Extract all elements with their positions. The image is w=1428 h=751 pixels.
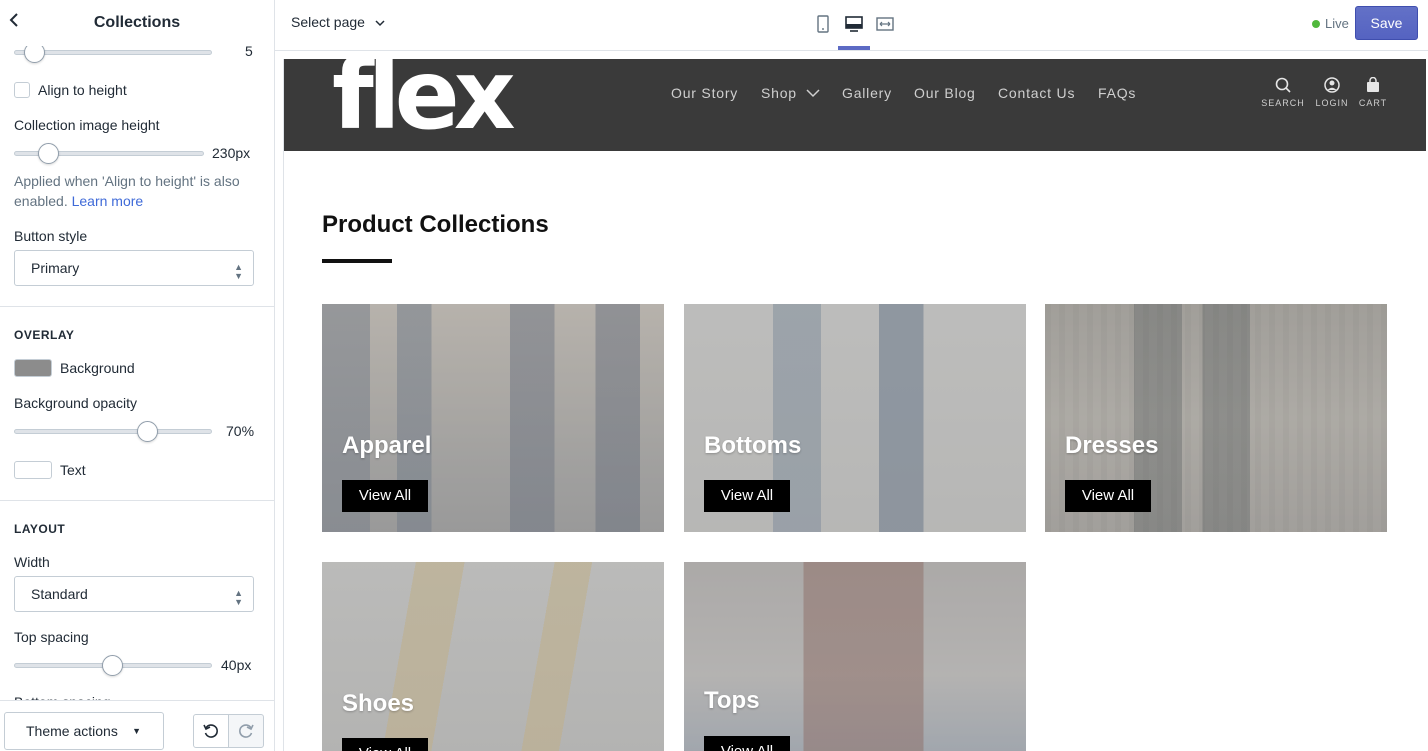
slider-thumb[interactable] xyxy=(102,655,123,676)
slider-thumb[interactable] xyxy=(137,421,158,442)
slider-thumb[interactable] xyxy=(38,143,59,164)
undo-icon xyxy=(203,724,218,738)
divider xyxy=(0,500,274,501)
section-title: Product Collections xyxy=(322,211,549,238)
collection-tile-tops[interactable]: Tops View All xyxy=(684,562,1026,751)
view-all-button[interactable]: View All xyxy=(704,480,790,512)
search-icon xyxy=(1275,77,1291,93)
sidebar-footer: Theme actions ▼ xyxy=(0,700,274,751)
store-preview: flex Our Story Shop Gallery Our Blog Con… xyxy=(283,59,1426,751)
theme-actions-button[interactable]: Theme actions ▼ xyxy=(4,712,164,750)
nav-faqs[interactable]: FAQs xyxy=(1098,85,1136,101)
top-spacing-slider[interactable] xyxy=(14,655,212,676)
desktop-view-icon[interactable] xyxy=(844,14,864,34)
collection-tile-bottoms[interactable]: Bottoms View All xyxy=(684,304,1026,532)
nav-shop[interactable]: Shop xyxy=(761,85,820,101)
top-spacing-value: 40px xyxy=(221,657,252,673)
learn-more-link[interactable]: Learn more xyxy=(72,193,144,209)
select-page-dropdown[interactable]: Select page xyxy=(291,14,385,30)
collection-name: Shoes xyxy=(342,690,415,717)
collection-name: Dresses xyxy=(1065,432,1159,459)
text-label: Text xyxy=(60,462,86,478)
nav-our-story[interactable]: Our Story xyxy=(671,85,738,101)
help-text: Applied when 'Align to height' is also e… xyxy=(14,173,240,209)
align-to-height-label: Align to height xyxy=(38,82,127,98)
live-status: Live xyxy=(1312,16,1349,31)
user-icon xyxy=(1324,77,1340,93)
shopping-bag-icon xyxy=(1367,76,1379,92)
chevron-down-icon xyxy=(806,89,820,98)
image-height-label: Collection image height xyxy=(14,117,160,133)
image-height-value: 230px xyxy=(212,145,251,161)
nav-contact-us[interactable]: Contact Us xyxy=(998,85,1075,101)
text-color-swatch[interactable] xyxy=(14,461,52,479)
collection-tile-shoes[interactable]: Shoes View All xyxy=(322,562,664,751)
cart-nav[interactable]: CART xyxy=(1348,76,1398,108)
layout-heading: LAYOUT xyxy=(14,522,66,536)
width-select[interactable]: Standard ▲ ▼ xyxy=(14,576,254,612)
button-style-select[interactable]: Primary ▲ ▼ xyxy=(14,250,254,286)
collection-name: Apparel xyxy=(342,432,432,459)
nav-gallery[interactable]: Gallery xyxy=(842,85,892,101)
collection-name: Bottoms xyxy=(704,432,802,459)
view-all-button[interactable]: View All xyxy=(1065,480,1151,512)
divider xyxy=(0,306,274,307)
live-dot-icon xyxy=(1312,20,1320,28)
caret-down-icon: ▼ xyxy=(132,726,141,736)
align-to-height-checkbox[interactable] xyxy=(14,82,30,98)
collection-name: Tops xyxy=(704,687,760,714)
undo-button[interactable] xyxy=(193,714,229,748)
top-spacing-label: Top spacing xyxy=(14,629,89,645)
view-all-button[interactable]: View All xyxy=(704,736,790,751)
full-width-view-icon[interactable] xyxy=(875,14,895,34)
store-header: flex Our Story Shop Gallery Our Blog Con… xyxy=(284,59,1426,151)
overlay-heading: OVERLAY xyxy=(14,328,75,342)
sidebar-header: Collections xyxy=(0,0,274,46)
settings-sidebar: 5 Align to height Collection image heigh… xyxy=(0,0,275,751)
editor-topbar: Select page Live Save xyxy=(275,0,1428,51)
redo-button[interactable] xyxy=(228,714,264,748)
background-label: Background xyxy=(60,360,135,376)
save-button[interactable]: Save xyxy=(1355,6,1418,40)
sidebar-title: Collections xyxy=(93,14,181,31)
button-style-label: Button style xyxy=(14,228,88,244)
back-chevron-icon[interactable] xyxy=(8,12,28,34)
background-color-swatch[interactable] xyxy=(14,359,52,377)
search-nav[interactable]: SEARCH xyxy=(1258,77,1308,108)
opacity-slider[interactable] xyxy=(14,421,212,442)
redo-icon xyxy=(239,724,254,738)
active-view-indicator xyxy=(838,46,870,50)
collection-tile-dresses[interactable]: Dresses View All xyxy=(1045,304,1387,532)
image-height-slider[interactable] xyxy=(14,143,204,164)
collection-tile-apparel[interactable]: Apparel View All xyxy=(322,304,664,532)
view-all-button[interactable]: View All xyxy=(342,738,428,751)
nav-our-blog[interactable]: Our Blog xyxy=(914,85,976,101)
title-underline xyxy=(322,259,392,263)
chevron-down-icon xyxy=(375,14,385,30)
width-label: Width xyxy=(14,554,50,570)
sidebar-scroll-area[interactable]: 5 Align to height Collection image heigh… xyxy=(0,0,274,710)
opacity-value: 70% xyxy=(226,423,255,439)
store-logo[interactable]: flex xyxy=(332,59,516,145)
mobile-view-icon[interactable] xyxy=(813,14,833,34)
opacity-label: Background opacity xyxy=(14,395,137,411)
view-all-button[interactable]: View All xyxy=(342,480,428,512)
